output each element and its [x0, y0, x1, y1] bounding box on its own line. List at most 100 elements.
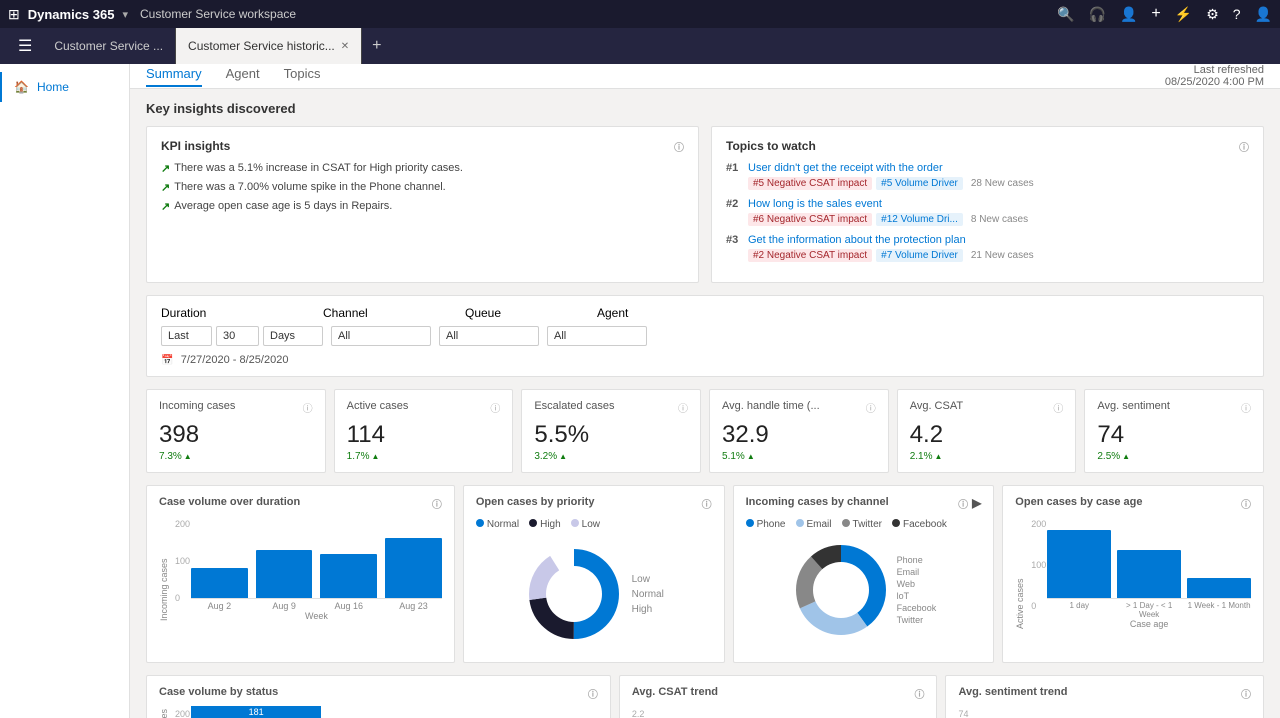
kpi-csat-title: Avg. CSAT ⓘ [910, 400, 1064, 415]
case-volume-status-chart: Case volume by status ⓘ Incoming cases 2… [146, 675, 611, 718]
kpi-incoming-title: Incoming cases ⓘ [159, 400, 313, 415]
channel-title: Incoming cases by channel ⓘ ▶ [746, 496, 982, 511]
kpi-incoming-cases: Incoming cases ⓘ 398 7.3% ▲ [146, 389, 326, 473]
kpi-active-cases: Active cases ⓘ 114 1.7% ▲ [334, 389, 514, 473]
kpi-active-value: 114 [347, 421, 501, 449]
status-y-label: Incoming cases [159, 709, 169, 718]
topic-count-3: 21 New cases [971, 250, 1034, 261]
topic-link-3[interactable]: Get the information about the protection… [748, 234, 1249, 246]
add-icon[interactable]: + [1151, 5, 1160, 23]
kpi-sentiment-title: Avg. sentiment ⓘ [1097, 400, 1251, 415]
agent-label: Agent [597, 306, 628, 320]
topic-tags-1: #5 Negative CSAT impact #5 Volume Driver… [748, 177, 1249, 190]
case-age-y-label: Active cases [1015, 519, 1025, 629]
kpi-handle-info[interactable]: ⓘ [866, 400, 876, 415]
kpi-escalated-info[interactable]: ⓘ [678, 400, 688, 415]
kpi-row: Incoming cases ⓘ 398 7.3% ▲ Active cases… [146, 389, 1264, 473]
low-dot [571, 519, 579, 527]
key-insights-title: Key insights discovered [146, 101, 1264, 116]
content-area: Summary Agent Topics Last refreshed 08/2… [130, 64, 1280, 718]
duration-value-select[interactable]: 30 [216, 326, 259, 346]
case-volume-x-label: Week [191, 611, 442, 621]
priority-legend: Normal High Low [476, 519, 712, 530]
queue-select[interactable]: All [439, 326, 539, 346]
tag-vol-1: #5 Volume Driver [876, 177, 963, 190]
kpi-sentiment-value: 74 [1097, 421, 1251, 449]
headset-icon[interactable]: 🎧 [1089, 6, 1106, 23]
sidebar-item-home[interactable]: 🏠 Home [0, 72, 129, 102]
duration-unit-select[interactable]: Days [263, 326, 323, 346]
kpi-active-delta: 1.7% ▲ [347, 451, 501, 462]
tab-bar: ☰ Customer Service ... Customer Service … [0, 28, 1280, 64]
tab-agent[interactable]: Agent [226, 66, 260, 87]
topic-link-1[interactable]: User didn't get the receipt with the ord… [748, 162, 1249, 174]
status-chart-area: Incoming cases 200 100 181 [159, 709, 598, 718]
bar-aug16 [320, 554, 377, 598]
help-icon[interactable]: ? [1233, 6, 1241, 22]
status-y-axis: 200 100 [175, 709, 190, 718]
kpi-active-info[interactable]: ⓘ [490, 400, 500, 415]
open-by-age-chart: Open cases by case age ⓘ Active cases 20… [1002, 485, 1264, 663]
charts-row-2: Case volume by status ⓘ Incoming cases 2… [146, 675, 1264, 718]
channel-labels: Phone Email Web loT Facebook Twitter [897, 555, 937, 625]
tab-topics[interactable]: Topics [284, 66, 321, 87]
tab-historic[interactable]: Customer Service historic... ✕ [176, 28, 362, 64]
topic-link-2[interactable]: How long is the sales event [748, 198, 1249, 210]
sentiment-trend-info[interactable]: ⓘ [1241, 686, 1251, 701]
channel-info[interactable]: ⓘ [958, 496, 968, 511]
kpi-csat-value: 4.2 [910, 421, 1064, 449]
tab-summary[interactable]: Summary [146, 66, 202, 87]
tag-neg-csat-2: #6 Negative CSAT impact [748, 213, 872, 226]
tab-label-1: Customer Service ... [54, 39, 163, 53]
hamburger-icon[interactable]: ☰ [8, 28, 42, 64]
kpi-incoming-info[interactable]: ⓘ [303, 400, 313, 415]
open-priority-title: Open cases by priority ⓘ [476, 496, 712, 511]
channel-nav-icon[interactable]: ▶ [972, 496, 981, 511]
kpi-insights-info-icon[interactable]: ⓘ [674, 139, 684, 154]
kpi-csat: Avg. CSAT ⓘ 4.2 2.1% ▲ [897, 389, 1077, 473]
home-icon: 🏠 [14, 80, 29, 94]
open-priority-info[interactable]: ⓘ [702, 496, 712, 511]
tab-close-icon[interactable]: ✕ [341, 41, 349, 52]
bar-1month [1187, 578, 1251, 598]
sentiment-trend-chart: Avg. sentiment trend ⓘ 74 [945, 675, 1264, 718]
email-dot [796, 519, 804, 527]
case-volume-x-labels: Aug 2 Aug 9 Aug 16 Aug 23 [191, 601, 442, 611]
sentiment-trend-title: Avg. sentiment trend ⓘ [958, 686, 1251, 701]
channel-legend: Phone Email Twitter Facebook [746, 519, 982, 530]
filter-labels: Duration Channel Queue Agent [161, 306, 1249, 320]
case-age-info[interactable]: ⓘ [1241, 496, 1251, 511]
kpi-sentiment-info[interactable]: ⓘ [1241, 400, 1251, 415]
age-x-label: Case age [1047, 619, 1251, 629]
kpi-csat-info[interactable]: ⓘ [1053, 400, 1063, 415]
tab-customer-service[interactable]: Customer Service ... [42, 28, 176, 64]
y-axis-labels: 200 100 0 [175, 519, 190, 603]
csat-trend-info[interactable]: ⓘ [914, 686, 924, 701]
date-range-display: 📅 7/27/2020 - 8/25/2020 [161, 352, 1249, 366]
channel-label: Channel [323, 306, 433, 320]
kpi-escalated-cases: Escalated cases ⓘ 5.5% 3.2% ▲ [521, 389, 701, 473]
kpi-incoming-delta: 7.3% ▲ [159, 451, 313, 462]
case-volume-y-label: Incoming cases [159, 519, 169, 621]
channel-select[interactable]: All [331, 326, 431, 346]
profile-icon[interactable]: 👤 [1120, 6, 1137, 23]
tab-add-button[interactable]: + [362, 28, 391, 64]
user-icon[interactable]: 👤 [1255, 6, 1272, 23]
topics-info-icon[interactable]: ⓘ [1239, 139, 1249, 154]
kpi-handle-delta: 5.1% ▲ [722, 451, 876, 462]
kpi-insight-2: ↗ There was a 7.00% volume spike in the … [161, 181, 684, 194]
app-chevron[interactable]: ▾ [122, 8, 128, 21]
sidebar: 🏠 Home [0, 64, 130, 718]
filter-icon[interactable]: ⚡ [1175, 6, 1192, 23]
case-volume-info[interactable]: ⓘ [432, 496, 442, 511]
kpi-escalated-value: 5.5% [534, 421, 688, 449]
queue-label: Queue [465, 306, 565, 320]
arrow-icon-1: ↗ [161, 162, 170, 175]
duration-preset-select[interactable]: Last [161, 326, 212, 346]
kpi-insights-title: KPI insights ⓘ [161, 139, 684, 154]
settings-icon[interactable]: ⚙ [1206, 6, 1219, 23]
search-icon[interactable]: 🔍 [1057, 6, 1074, 23]
status-info[interactable]: ⓘ [588, 686, 598, 701]
app-name: Dynamics 365 [28, 7, 115, 22]
agent-select[interactable]: All [547, 326, 647, 346]
